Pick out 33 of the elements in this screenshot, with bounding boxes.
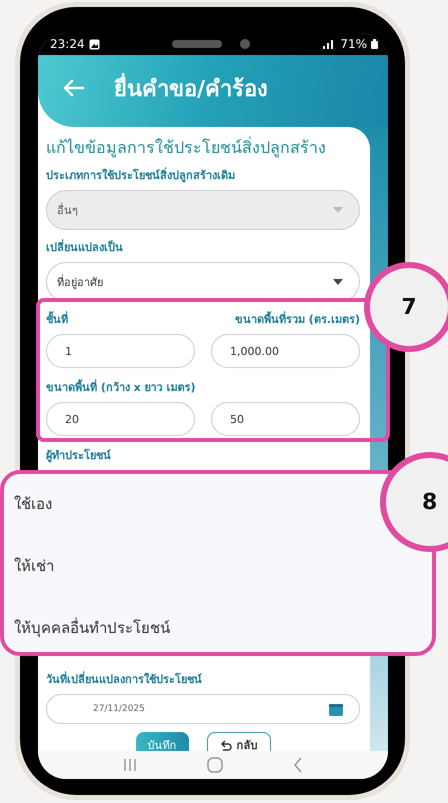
field-label: ประเภทการใช้ประโยชน์สิ่งปลูกสร้างเดิม	[46, 166, 236, 184]
input-field[interactable]: 50	[211, 402, 360, 436]
speaker-grille-icon	[172, 40, 222, 48]
image-icon	[88, 38, 100, 50]
field-label: ชั้นที่	[46, 310, 69, 328]
back-icon	[293, 757, 303, 773]
status-time: 23:24	[50, 37, 85, 51]
field-label: ผู้ทำประโยชน์	[46, 448, 112, 464]
screen-title: ยื่นคำขอ/คำร้อง	[114, 70, 268, 106]
calendar-icon	[329, 702, 343, 716]
recent-apps-icon	[123, 758, 137, 772]
back-button[interactable]	[62, 79, 84, 97]
battery-icon	[370, 39, 378, 49]
field-label: ขนาดพื้นที่รวม (ตร.เมตร)	[234, 310, 360, 328]
field-label: วันที่เปลี่ยนแปลงการใช้ประโยชน์	[46, 670, 203, 688]
caret-icon	[333, 207, 343, 213]
battery-percent: 71%	[340, 37, 367, 51]
camera-icon	[240, 39, 250, 49]
date-field[interactable]: 27/11/2025	[46, 694, 360, 724]
dropdown-option[interactable]: ให้เช่า	[14, 554, 54, 580]
input-field[interactable]: 1	[46, 334, 195, 368]
form-title: แก้ไขข้อมูลการใช้ประโยชน์สิ่งปลูกสร้าง	[46, 136, 327, 160]
input-field[interactable]: 1,000.00	[211, 334, 360, 368]
dropdown-option[interactable]: ใช้เอง	[14, 492, 52, 518]
dropdown-option[interactable]: ให้บุคคลอื่นทำประโยชน์	[14, 616, 170, 642]
caret-icon	[333, 279, 343, 285]
undo-icon	[220, 740, 232, 750]
field-label: เปลี่ยนแปลงเป็น	[46, 238, 124, 256]
home-icon	[207, 757, 223, 773]
field-label: ขนาดพื้นที่ (กว้าง x ยาว เมตร)	[46, 378, 196, 396]
back-button[interactable]: กลับ	[206, 732, 270, 751]
input-field[interactable]: 20	[46, 402, 195, 436]
back-arrow-icon	[62, 79, 84, 97]
